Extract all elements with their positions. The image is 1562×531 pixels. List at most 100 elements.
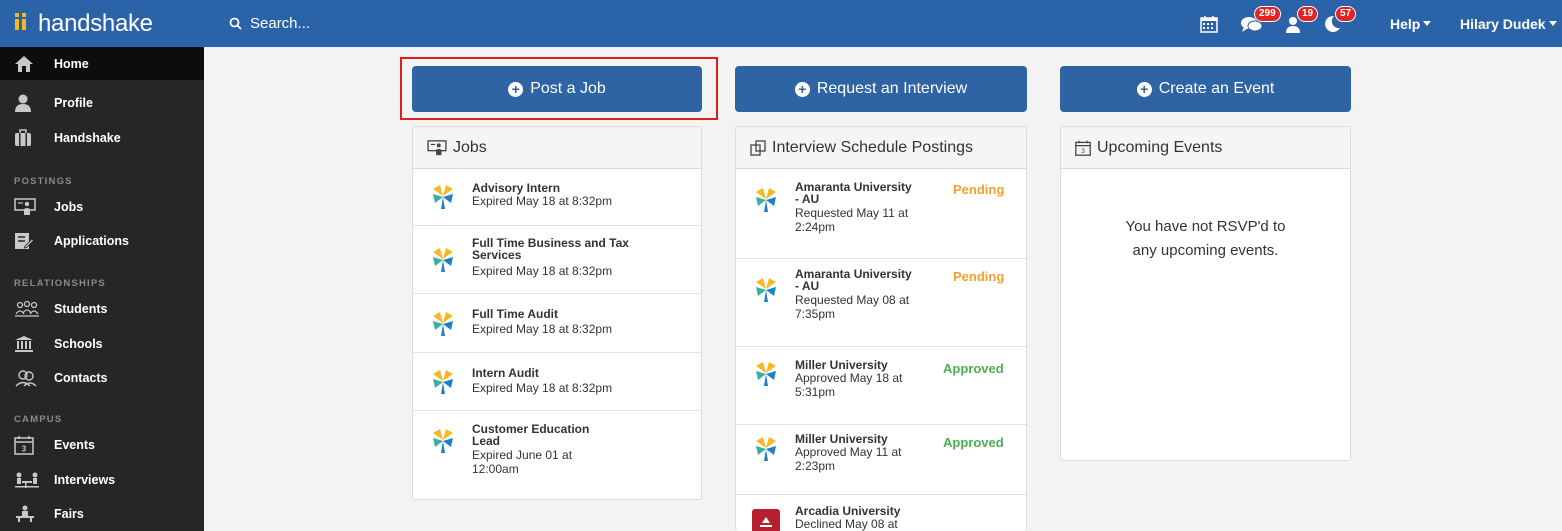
jobs-card: Jobs Advisory Intern Expired May 18 at 8…: [412, 126, 702, 500]
school-name: Miller University: [795, 432, 888, 446]
interview-item[interactable]: Miller University Approved May 18 at 5:3…: [736, 347, 1026, 425]
sidebar-item-schools[interactable]: Schools: [0, 327, 204, 361]
status-badge: Pending: [953, 182, 1005, 197]
calendar-icon[interactable]: [1200, 0, 1218, 47]
request-interview-button[interactable]: + Request an Interview: [735, 66, 1027, 112]
sidebar-item-label: Handshake: [54, 131, 121, 145]
alerts-notification[interactable]: 57: [1322, 0, 1357, 47]
school-logo-icon: [754, 436, 778, 467]
person-icon: [14, 92, 42, 114]
interviews-card-title: Interview Schedule Postings: [772, 138, 973, 156]
jobs-icon: [427, 139, 447, 156]
interviews-icon: [750, 139, 766, 156]
school-logo-icon: [754, 277, 778, 308]
sidebar-item-label: Schools: [54, 337, 103, 351]
help-label: Help: [1390, 15, 1421, 32]
job-title: Full Time Business and Tax Services: [472, 236, 629, 262]
jobs-icon: [14, 196, 42, 218]
events-card-title: Upcoming Events: [1097, 138, 1223, 156]
svg-text:3: 3: [22, 445, 27, 454]
jobs-card-header: Jobs: [413, 127, 701, 169]
fairs-icon: [14, 503, 42, 525]
sidebar-item-profile[interactable]: Profile: [0, 86, 204, 120]
user-name: Hilary Dudek: [1460, 15, 1546, 32]
sidebar-item-label: Profile: [54, 96, 93, 110]
job-title: Advisory Intern: [472, 181, 561, 195]
status-badge: Approved: [943, 435, 1004, 450]
calendar-icon: 3: [1075, 140, 1091, 156]
briefcase-icon: [14, 127, 42, 149]
sidebar-item-events[interactable]: 3 Events: [0, 428, 204, 462]
chevron-down-icon: [1548, 21, 1557, 26]
interview-item[interactable]: Arcadia University Declined May 08 at: [736, 495, 1026, 531]
school-name: Arcadia University: [795, 504, 901, 518]
logo-text: handshake: [38, 9, 153, 37]
messages-notification[interactable]: 299: [1240, 0, 1281, 47]
contacts-icon: [14, 367, 42, 389]
job-status: Expired June 01 at 12:00am: [472, 448, 573, 476]
sidebar-item-label: Home: [54, 56, 89, 71]
school-logo-icon: [752, 509, 780, 531]
school-name: Miller University: [795, 358, 888, 372]
sidebar-item-interviews[interactable]: Interviews: [0, 463, 204, 497]
job-item[interactable]: Full Time Audit Expired May 18 at 8:32pm: [413, 294, 701, 353]
logo-mark-icon: [14, 10, 34, 38]
create-event-button[interactable]: + Create an Event: [1060, 66, 1351, 112]
school-logo-icon: [754, 361, 778, 392]
messages-badge: 299: [1254, 6, 1281, 22]
alerts-badge: 57: [1335, 6, 1357, 22]
jobs-card-title: Jobs: [453, 138, 487, 156]
interview-date: Requested May 08 at 7:35pm: [795, 293, 910, 321]
sidebar-item-label: Fairs: [54, 507, 84, 521]
job-item[interactable]: Customer Education Lead Expired June 01 …: [413, 411, 701, 499]
calendar-icon: 3: [14, 434, 42, 456]
job-title: Full Time Audit: [472, 307, 558, 321]
plus-circle-icon: +: [1136, 81, 1152, 97]
interview-item[interactable]: Miller University Approved May 11 at 2:2…: [736, 425, 1026, 495]
section-heading-postings: POSTINGS: [14, 176, 73, 187]
sidebar-item-home[interactable]: Home: [0, 47, 204, 80]
job-status: Expired May 18 at 8:32pm: [472, 194, 613, 208]
sidebar-item-label: Events: [54, 438, 95, 452]
employer-logo-icon: [431, 311, 455, 342]
sidebar-item-jobs[interactable]: Jobs: [0, 190, 204, 224]
user-menu[interactable]: Hilary Dudek: [1460, 0, 1557, 47]
plus-circle-icon: +: [794, 81, 810, 97]
school-icon: [14, 333, 42, 355]
handshake-logo[interactable]: handshake: [0, 0, 204, 47]
sidebar-item-students[interactable]: Students: [0, 292, 204, 326]
applications-icon: [14, 230, 42, 252]
section-heading-campus: CAMPUS: [14, 414, 63, 425]
school-name: Amaranta University - AU: [795, 180, 912, 206]
job-status: Expired May 18 at 8:32pm: [472, 322, 613, 336]
requests-notification[interactable]: 19: [1285, 0, 1319, 47]
sidebar-item-applications[interactable]: Applications: [0, 224, 204, 258]
sidebar-item-contacts[interactable]: Contacts: [0, 361, 204, 395]
interview-date: Requested May 11 at 2:24pm: [795, 206, 909, 234]
sidebar-item-label: Students: [54, 302, 108, 316]
school-name: Amaranta University - AU: [795, 267, 912, 293]
search-box[interactable]: Search...: [229, 0, 310, 47]
sidebar-item-label: Contacts: [54, 371, 108, 385]
search-icon: [229, 17, 242, 30]
employer-logo-icon: [431, 247, 455, 278]
school-logo-icon: [754, 187, 778, 218]
job-item[interactable]: Intern Audit Expired May 18 at 8:32pm: [413, 353, 701, 411]
job-item[interactable]: Advisory Intern Expired May 18 at 8:32pm: [413, 169, 701, 226]
sidebar-item-fairs[interactable]: Fairs: [0, 497, 204, 531]
interview-date: Approved May 11 at 2:23pm: [795, 445, 902, 473]
job-title: Customer Education Lead: [472, 422, 590, 448]
students-icon: [14, 298, 42, 320]
request-interview-label: Request an Interview: [816, 80, 968, 97]
events-card: 3 Upcoming Events You have not RSVP'd to…: [1060, 126, 1351, 461]
help-menu[interactable]: Help: [1390, 0, 1432, 47]
search-label: Search...: [250, 15, 311, 32]
home-icon: [14, 53, 42, 75]
employer-logo-icon: [431, 184, 455, 215]
interview-item[interactable]: Amaranta University - AU Requested May 0…: [736, 259, 1026, 347]
interview-item[interactable]: Amaranta University - AU Requested May 1…: [736, 169, 1026, 259]
svg-text:3: 3: [1081, 148, 1085, 155]
status-badge: Approved: [943, 361, 1004, 376]
job-item[interactable]: Full Time Business and Tax Services Expi…: [413, 226, 701, 294]
sidebar-item-handshake[interactable]: Handshake: [0, 121, 204, 155]
